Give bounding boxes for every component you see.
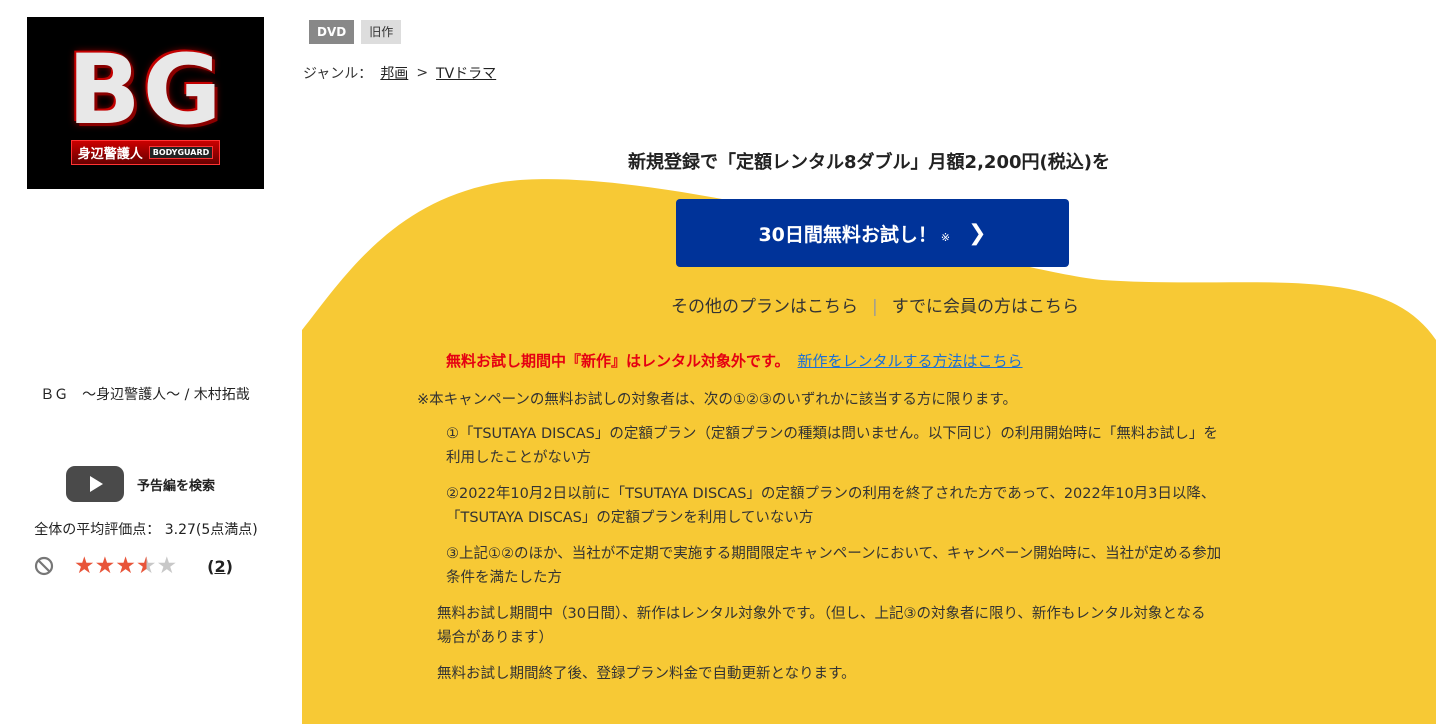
- chevron-right-icon: ❯: [968, 220, 987, 246]
- genre-link-tv-drama[interactable]: TVドラマ: [436, 63, 496, 83]
- trailer-search-button[interactable]: 予告編を検索: [66, 466, 215, 502]
- new-release-rental-link[interactable]: 新作をレンタルする方法はこちら: [798, 352, 1023, 370]
- terms-footnote-1-line1: 無料お試し期間中（30日間）、新作はレンタル対象外です。（但し、上記③の対象者に…: [437, 606, 1206, 622]
- review-count[interactable]: (2): [207, 557, 233, 576]
- campaign-terms: ※本キャンペーンの無料お試しの対象者は、次の①②③のいずれかに該当する方に限りま…: [417, 388, 1317, 686]
- term-item-2: ②2022年10月2日以前に「TSUTAYA DISCAS」の定額プランの利用を…: [446, 482, 1317, 530]
- plan-links-separator: |: [872, 297, 878, 317]
- terms-footnote-2: 無料お試し期間終了後、登録プラン料金で自動更新となります。: [437, 666, 856, 682]
- star-icon: ★: [156, 553, 178, 579]
- terms-footnote-1-line2: 場合があります）: [437, 630, 553, 646]
- term-item-2-line2: 「TSUTAYA DISCAS」の定額プランを利用していない方: [446, 510, 814, 526]
- review-count-link[interactable]: 2: [214, 557, 225, 576]
- poster-subtitle-text: 身辺警護人: [77, 146, 143, 162]
- star-icon: ★: [135, 553, 157, 579]
- star-icon: ★: [115, 553, 136, 579]
- genre-breadcrumb: ジャンル： 邦画 > TVドラマ: [303, 63, 496, 83]
- poster-subtitle: 身辺警護人 BODYGUARD: [70, 139, 221, 165]
- term-item-2-line1: ②2022年10月2日以前に「TSUTAYA DISCAS」の定額プランの利用を…: [446, 486, 1216, 502]
- review-count-close: ): [225, 556, 233, 576]
- term-item-1-line1: ①「TSUTAYA DISCAS」の定額プラン（定額プランの種類は問いません。以…: [446, 426, 1218, 442]
- term-item-1-line2: 利用したことがない方: [446, 450, 591, 466]
- product-image: BG 身辺警護人 BODYGUARD: [27, 17, 264, 189]
- free-trial-note-mark: ※: [940, 230, 951, 244]
- star-icon: ★: [74, 553, 95, 579]
- star-icon: ★: [94, 553, 116, 579]
- badge-old-release: 旧作: [361, 20, 402, 44]
- term-item-1: ①「TSUTAYA DISCAS」の定額プラン（定額プランの種類は問いません。以…: [446, 422, 1317, 470]
- campaign-headline: 新規登録で「定額レンタル8ダブル」月額2,200円(税込)を: [628, 152, 1110, 173]
- term-item-3-line2: 条件を満たした方: [446, 570, 562, 586]
- rating-stars: ★ ★ ★ ★ ★: [74, 553, 177, 579]
- rating-row: ★ ★ ★ ★ ★ (2): [34, 553, 233, 579]
- free-trial-button[interactable]: 30日間無料お試し！ ※ ❯: [676, 199, 1069, 267]
- trailer-search-label[interactable]: 予告編を検索: [137, 475, 215, 494]
- poster-logo-text: BG: [67, 33, 224, 146]
- prohibited-icon[interactable]: [34, 556, 54, 576]
- youtube-play-icon[interactable]: [66, 466, 124, 502]
- genre-label: ジャンル：: [303, 66, 373, 82]
- other-plans-link[interactable]: その他のプランはこちら: [671, 297, 858, 317]
- terms-intro: ※本キャンペーンの無料お試しの対象者は、次の①②③のいずれかに該当する方に限りま…: [417, 392, 1017, 408]
- genre-link-japanese-film[interactable]: 邦画: [380, 63, 408, 83]
- term-item-3-line1: ③上記①②のほか、当社が不定期で実施する期間限定キャンペーンにおいて、キャンペー…: [446, 546, 1222, 562]
- term-item-3: ③上記①②のほか、当社が不定期で実施する期間限定キャンペーンにおいて、キャンペー…: [446, 542, 1317, 590]
- average-rating-text: 全体の平均評価点： 3.27(5点満点): [34, 522, 258, 538]
- badge-dvd: DVD: [309, 20, 355, 44]
- plan-links: その他のプランはこちら | すでに会員の方はこちら: [302, 292, 1436, 317]
- notice-warning-text: 無料お試し期間中『新作』はレンタル対象外です。: [446, 352, 790, 370]
- format-badges: DVD 旧作: [309, 20, 402, 44]
- new-release-notice: 無料お試し期間中『新作』はレンタル対象外です。 新作をレンタルする方法はこちら: [446, 350, 1023, 371]
- free-trial-label[interactable]: 30日間無料お試し！: [758, 220, 936, 247]
- breadcrumb-separator: >: [416, 65, 429, 81]
- product-title: ＢＧ ～身辺警護人～ / 木村拓哉: [40, 387, 250, 403]
- terms-footnote-1: 無料お試し期間中（30日間）、新作はレンタル対象外です。（但し、上記③の対象者に…: [437, 602, 1317, 650]
- member-login-link[interactable]: すでに会員の方はこちら: [892, 297, 1079, 317]
- poster-badge-text: BODYGUARD: [148, 145, 214, 159]
